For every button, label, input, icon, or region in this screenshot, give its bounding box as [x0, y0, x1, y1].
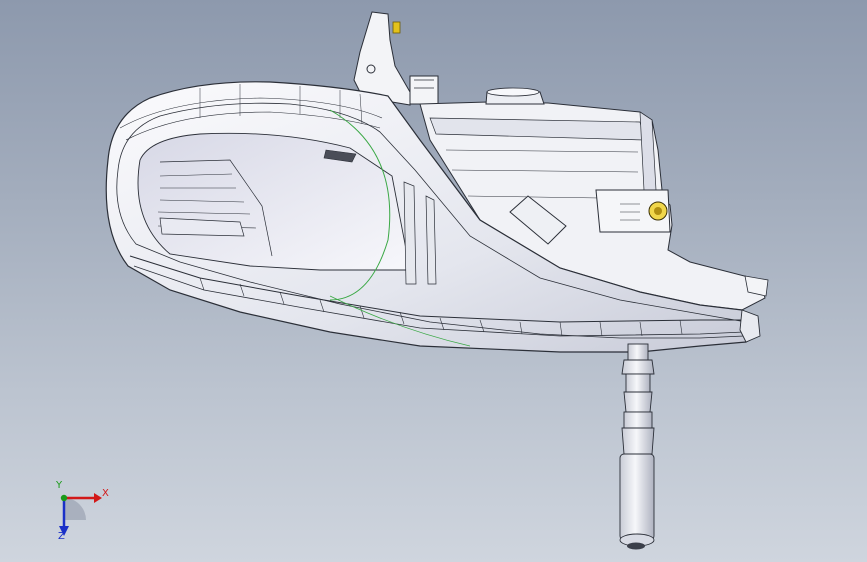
- axis-triad: X Y Z: [48, 480, 118, 550]
- z-axis-label: Z: [58, 531, 65, 542]
- y-axis-label: Y: [56, 480, 63, 491]
- y-axis-point: [60, 494, 68, 502]
- bolt-icon: [392, 21, 401, 34]
- adjuster-stem[interactable]: [619, 343, 655, 550]
- cad-viewport[interactable]: X Y Z: [0, 0, 867, 562]
- x-axis-label: X: [102, 488, 109, 499]
- headlamp-model[interactable]: [0, 0, 867, 562]
- connector-block[interactable]: [409, 75, 439, 105]
